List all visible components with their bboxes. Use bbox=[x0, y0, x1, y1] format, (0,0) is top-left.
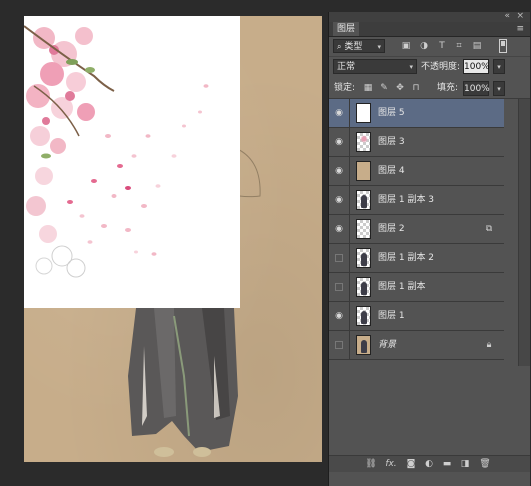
new-layer-icon[interactable]: ◨ bbox=[459, 458, 471, 470]
close-icon[interactable]: × bbox=[516, 11, 524, 21]
opacity-slider-button[interactable]: ▾ bbox=[493, 59, 505, 74]
layer-thumbnail bbox=[356, 306, 371, 326]
add-mask-icon[interactable]: ◙ bbox=[405, 458, 417, 470]
lock-pixels-icon[interactable]: ✎ bbox=[379, 83, 389, 93]
artwork bbox=[24, 16, 261, 457]
visibility-toggle[interactable]: ◉ bbox=[329, 99, 350, 127]
visibility-toggle[interactable]: ◉ bbox=[329, 157, 350, 185]
chevron-down-icon: ▾ bbox=[409, 63, 413, 71]
layer-row[interactable]: ◉ 图层 4 bbox=[329, 157, 504, 186]
layer-row[interactable]: 图层 1 副本 bbox=[329, 273, 504, 302]
lock-all-icon[interactable]: ⊓ bbox=[411, 83, 421, 93]
linked-layer-icon: ⧉ bbox=[485, 224, 493, 234]
fill-slider-button[interactable]: ▾ bbox=[493, 81, 505, 96]
layer-name[interactable]: 图层 1 副本 3 bbox=[378, 193, 434, 207]
layer-name[interactable]: 图层 4 bbox=[378, 164, 405, 178]
eye-icon: ◉ bbox=[335, 195, 343, 205]
document-canvas[interactable] bbox=[24, 16, 322, 462]
panel-menu-icon[interactable]: ≡ bbox=[516, 23, 524, 35]
robe-figure bbox=[128, 308, 238, 457]
shape-filter-icon[interactable]: ⌗ bbox=[454, 41, 464, 51]
layer-thumbnail bbox=[356, 161, 371, 181]
double-chevron-icon[interactable]: « bbox=[504, 11, 510, 21]
layer-thumbnail bbox=[356, 190, 371, 210]
lock-icon: 🔒︎ bbox=[486, 340, 492, 350]
layer-row[interactable]: ◉ 图层 2 ⧉ bbox=[329, 215, 504, 244]
text-filter-icon[interactable]: T bbox=[437, 41, 447, 51]
lock-row: 锁定: ▦ ✎ ✥ ⊓ 填充: 100% ▾ bbox=[329, 78, 530, 99]
layer-name[interactable]: 图层 2 bbox=[378, 222, 405, 236]
layer-row[interactable]: ◉ 图层 5 bbox=[329, 99, 504, 128]
layer-name[interactable]: 图层 1 副本 bbox=[378, 280, 425, 294]
layer-row[interactable]: ◉ 图层 3 bbox=[329, 128, 504, 157]
eye-icon: ◉ bbox=[335, 224, 343, 234]
lock-transparency-icon[interactable]: ▦ bbox=[363, 83, 373, 93]
filter-kind-select[interactable]: ⌕ 类型 ▾ bbox=[333, 39, 385, 53]
layer-thumbnail bbox=[356, 277, 371, 297]
layer-row[interactable]: 图层 1 副本 2 bbox=[329, 244, 504, 273]
filter-row: ⌕ 类型 ▾ ▣ ◑ T ⌗ ▤ bbox=[329, 38, 530, 56]
layer-name[interactable]: 图层 5 bbox=[378, 106, 405, 120]
visibility-toggle[interactable]: ◉ bbox=[329, 186, 350, 214]
layer-list: ◉ 图层 5 ◉ 图层 3 ◉ 图层 4 ◉ 图层 1 副本 3 ◉ 图层 2 … bbox=[329, 99, 530, 366]
fill-label: 填充: bbox=[437, 83, 459, 93]
lock-position-icon[interactable]: ✥ bbox=[395, 83, 405, 93]
visibility-toggle[interactable] bbox=[329, 331, 350, 359]
hidden-box-icon bbox=[335, 254, 343, 262]
opacity-input[interactable]: 100% bbox=[463, 59, 490, 74]
layer-name[interactable]: 图层 1 副本 2 bbox=[378, 251, 434, 265]
link-layers-icon[interactable]: ⛓ bbox=[365, 458, 377, 470]
visibility-toggle[interactable]: ◉ bbox=[329, 128, 350, 156]
layer-list-empty-area bbox=[329, 366, 518, 452]
tab-layers[interactable]: 图层 bbox=[333, 22, 360, 36]
layer-thumbnail bbox=[356, 219, 371, 239]
layer-thumbnail bbox=[356, 103, 371, 123]
adjustment-filter-icon[interactable]: ◑ bbox=[419, 41, 429, 51]
eye-icon: ◉ bbox=[335, 311, 343, 321]
layer-thumbnail bbox=[356, 132, 371, 152]
image-filter-icon[interactable]: ▣ bbox=[401, 41, 411, 51]
filter-toggle-switch[interactable] bbox=[499, 39, 507, 53]
chevron-down-icon: ▾ bbox=[377, 43, 381, 51]
search-icon: ⌕ bbox=[337, 42, 342, 51]
layer-row[interactable]: ◉ 图层 1 bbox=[329, 302, 504, 331]
fill-input[interactable]: 100% bbox=[463, 81, 490, 96]
canvas-area[interactable] bbox=[0, 0, 327, 486]
layer-list-scrollbar[interactable] bbox=[518, 99, 530, 366]
layer-name[interactable]: 图层 1 bbox=[378, 309, 405, 323]
eye-icon: ◉ bbox=[335, 137, 343, 147]
hidden-box-icon bbox=[335, 283, 343, 291]
fx-icon[interactable]: fx. bbox=[383, 458, 399, 470]
layer-thumbnail bbox=[356, 248, 371, 268]
layer-row[interactable]: 背景 🔒︎ bbox=[329, 331, 504, 360]
layer-name[interactable]: 图层 3 bbox=[378, 135, 405, 149]
visibility-toggle[interactable] bbox=[329, 244, 350, 272]
delete-icon[interactable]: 🗑︎ bbox=[479, 458, 491, 470]
adjustment-layer-icon[interactable]: ◐ bbox=[423, 458, 435, 470]
hidden-box-icon bbox=[335, 341, 343, 349]
visibility-toggle[interactable] bbox=[329, 273, 350, 301]
panel-tab-bar: 图层 ≡ bbox=[329, 22, 530, 37]
eye-icon: ◉ bbox=[335, 166, 343, 176]
visibility-toggle[interactable]: ◉ bbox=[329, 215, 350, 243]
blend-mode-value: 正常 bbox=[337, 62, 356, 72]
opacity-label: 不透明度: bbox=[421, 62, 461, 72]
eye-icon: ◉ bbox=[335, 108, 343, 118]
blend-mode-select[interactable]: 正常 ▾ bbox=[333, 59, 417, 74]
layer-name[interactable]: 背景 bbox=[378, 338, 396, 352]
new-group-icon[interactable]: ▬ bbox=[441, 458, 453, 470]
blend-row: 正常 ▾ 不透明度: 100% ▾ bbox=[329, 56, 530, 79]
lock-label: 锁定: bbox=[334, 83, 356, 93]
panel-title-bar: « × bbox=[329, 11, 530, 22]
layer-thumbnail bbox=[356, 335, 371, 355]
smart-object-filter-icon[interactable]: ▤ bbox=[472, 41, 482, 51]
filter-kind-value: 类型 bbox=[344, 42, 363, 52]
visibility-toggle[interactable]: ◉ bbox=[329, 302, 350, 330]
panel-bottom-bar: ⛓ fx. ◙ ◐ ▬ ◨ 🗑︎ bbox=[329, 455, 530, 472]
layer-row[interactable]: ◉ 图层 1 副本 3 bbox=[329, 186, 504, 215]
layers-panel: « × 图层 ≡ ⌕ 类型 ▾ ▣ ◑ T ⌗ ▤ 正常 ▾ 不透明度: 100… bbox=[328, 11, 530, 486]
